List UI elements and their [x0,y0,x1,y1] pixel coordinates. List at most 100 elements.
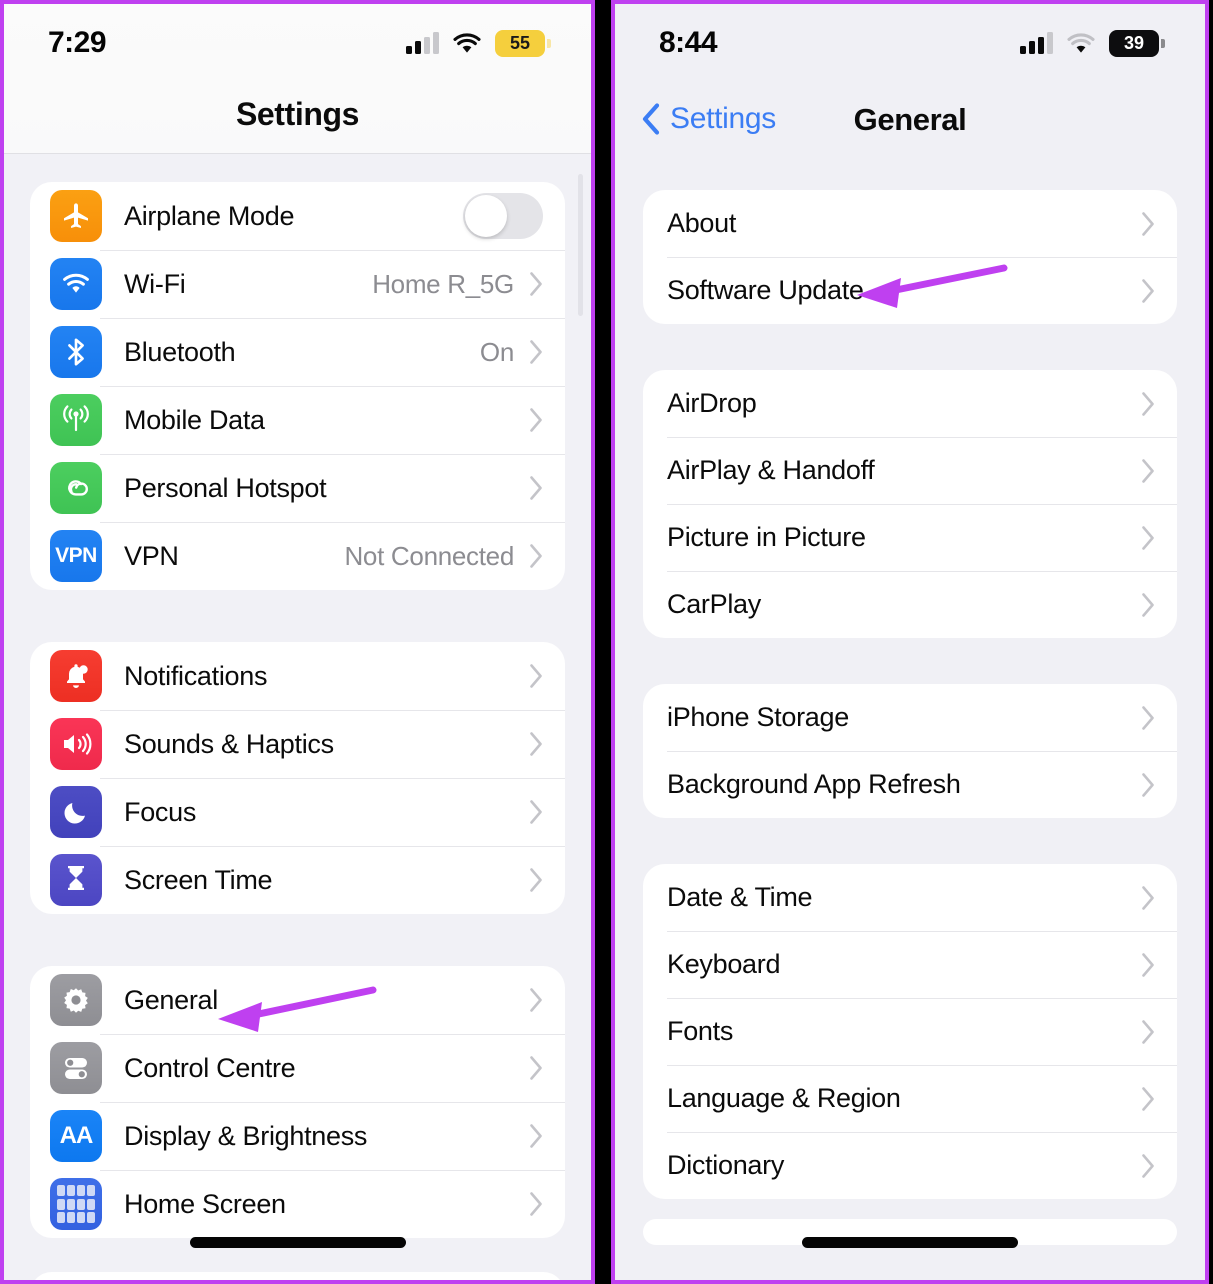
row-background-app-refresh[interactable]: Background App Refresh [643,751,1177,818]
chevron-right-icon [530,272,542,296]
row-label: Notifications [124,660,268,691]
row-label: Language & Region [667,1083,901,1113]
display-brightness-icon: AA [50,1110,102,1162]
settings-group-storage: iPhone Storage Background App Refresh [643,684,1177,818]
row-general[interactable]: General [30,966,565,1034]
chevron-right-icon [530,868,542,892]
chevron-right-icon [530,732,542,756]
row-personal-hotspot[interactable]: Personal Hotspot [30,454,565,522]
status-bar-indicators: 39 [1020,29,1165,57]
row-value: On [479,336,514,367]
settings-list: Airplane Mode Wi-Fi Home R_5G Bluetooth … [4,154,591,1280]
row-about[interactable]: About [643,190,1177,257]
chevron-right-icon [1142,772,1154,797]
wifi-icon [1067,32,1095,53]
row-software-update[interactable]: Software Update [643,257,1177,324]
chevron-right-icon [1142,391,1154,416]
chevron-right-icon [1142,592,1154,617]
bell-icon [50,650,102,702]
home-screen-icon [50,1178,102,1230]
row-dictionary[interactable]: Dictionary [643,1132,1177,1199]
side-by-side-screenshot: 7:29 55 Settings Airplane Mode Wi-Fi Hom… [0,0,1213,1284]
cellular-bars-icon [406,32,439,54]
row-label: Date & Time [667,882,813,912]
row-vpn[interactable]: VPN VPN Not Connected [30,522,565,590]
bluetooth-icon [50,326,102,378]
navigation-bar: Settings General [615,82,1205,168]
wifi-icon [453,32,481,53]
status-bar-time: 7:29 [48,26,107,59]
vpn-icon: VPN [50,530,102,582]
chevron-right-icon [1142,1153,1154,1178]
row-airplay-handoff[interactable]: AirPlay & Handoff [643,437,1177,504]
row-focus[interactable]: Focus [30,778,565,846]
chevron-right-icon [1142,211,1154,236]
chevron-right-icon [530,544,542,568]
row-label: Bluetooth [124,336,236,367]
row-date-time[interactable]: Date & Time [643,864,1177,931]
row-label: Dictionary [667,1150,785,1180]
row-label: Sounds & Haptics [124,728,334,759]
scrollbar[interactable] [578,174,583,316]
row-notifications[interactable]: Notifications [30,642,565,710]
row-keyboard[interactable]: Keyboard [643,931,1177,998]
row-label: Home Screen [124,1188,286,1219]
gear-icon [50,974,102,1026]
chevron-right-icon [530,664,542,688]
row-mobile-data[interactable]: Mobile Data [30,386,565,454]
general-screen: 8:44 39 Settings General About Software … [615,4,1205,1280]
row-label: Personal Hotspot [124,472,327,503]
row-picture-in-picture[interactable]: Picture in Picture [643,504,1177,571]
chevron-right-icon [1142,885,1154,910]
row-control-centre[interactable]: Control Centre [30,1034,565,1102]
chevron-right-icon [530,988,542,1012]
home-indicator [189,1237,406,1248]
chevron-right-icon [1142,952,1154,977]
chevron-right-icon [530,800,542,824]
row-label: Fonts [667,1016,734,1046]
battery-icon: 39 [1109,29,1165,57]
row-label: Background App Refresh [667,769,961,799]
battery-low-power-icon: 55 [495,29,551,57]
row-label: General [124,984,218,1015]
row-label: Software Update [667,275,864,305]
chevron-right-icon [530,476,542,500]
chevron-right-icon [1142,278,1154,303]
row-label: Mobile Data [124,404,265,435]
chevron-right-icon [1142,458,1154,483]
page-title: Settings [235,96,360,132]
settings-group-localization: Date & Time Keyboard Fonts Language & Re… [643,864,1177,1199]
row-bluetooth[interactable]: Bluetooth On [30,318,565,386]
row-carplay[interactable]: CarPlay [643,571,1177,638]
row-label: Focus [124,796,197,827]
row-airplane-mode[interactable]: Airplane Mode [30,182,565,250]
chevron-right-icon [1142,705,1154,730]
row-language-region[interactable]: Language & Region [643,1065,1177,1132]
row-label: Display & Brightness [124,1120,368,1151]
row-label: Picture in Picture [667,522,866,552]
row-sounds-haptics[interactable]: Sounds & Haptics [30,710,565,778]
navigation-bar: Settings [4,82,591,154]
airplane-icon [50,190,102,242]
row-label: Control Centre [124,1052,296,1083]
row-label: Wi-Fi [124,268,186,299]
row-display-brightness[interactable]: AA Display & Brightness [30,1102,565,1170]
moon-icon [50,786,102,838]
airplane-mode-toggle[interactable] [463,193,543,239]
row-wifi[interactable]: Wi-Fi Home R_5G [30,250,565,318]
row-screen-time[interactable]: Screen Time [30,846,565,914]
settings-group-sharing: AirDrop AirPlay & Handoff Picture in Pic… [643,370,1177,638]
row-fonts[interactable]: Fonts [643,998,1177,1065]
row-iphone-storage[interactable]: iPhone Storage [643,684,1177,751]
row-label: AirDrop [667,388,757,418]
wifi-icon [50,258,102,310]
cellular-icon [50,394,102,446]
status-bar: 7:29 55 [4,4,591,82]
chevron-right-icon [530,1124,542,1148]
row-home-screen[interactable]: Home Screen [30,1170,565,1238]
row-airdrop[interactable]: AirDrop [643,370,1177,437]
hotspot-icon [50,462,102,514]
row-partial[interactable] [30,1272,565,1280]
left-phone-panel: 7:29 55 Settings Airplane Mode Wi-Fi Hom… [0,0,595,1284]
home-indicator [802,1237,1018,1248]
